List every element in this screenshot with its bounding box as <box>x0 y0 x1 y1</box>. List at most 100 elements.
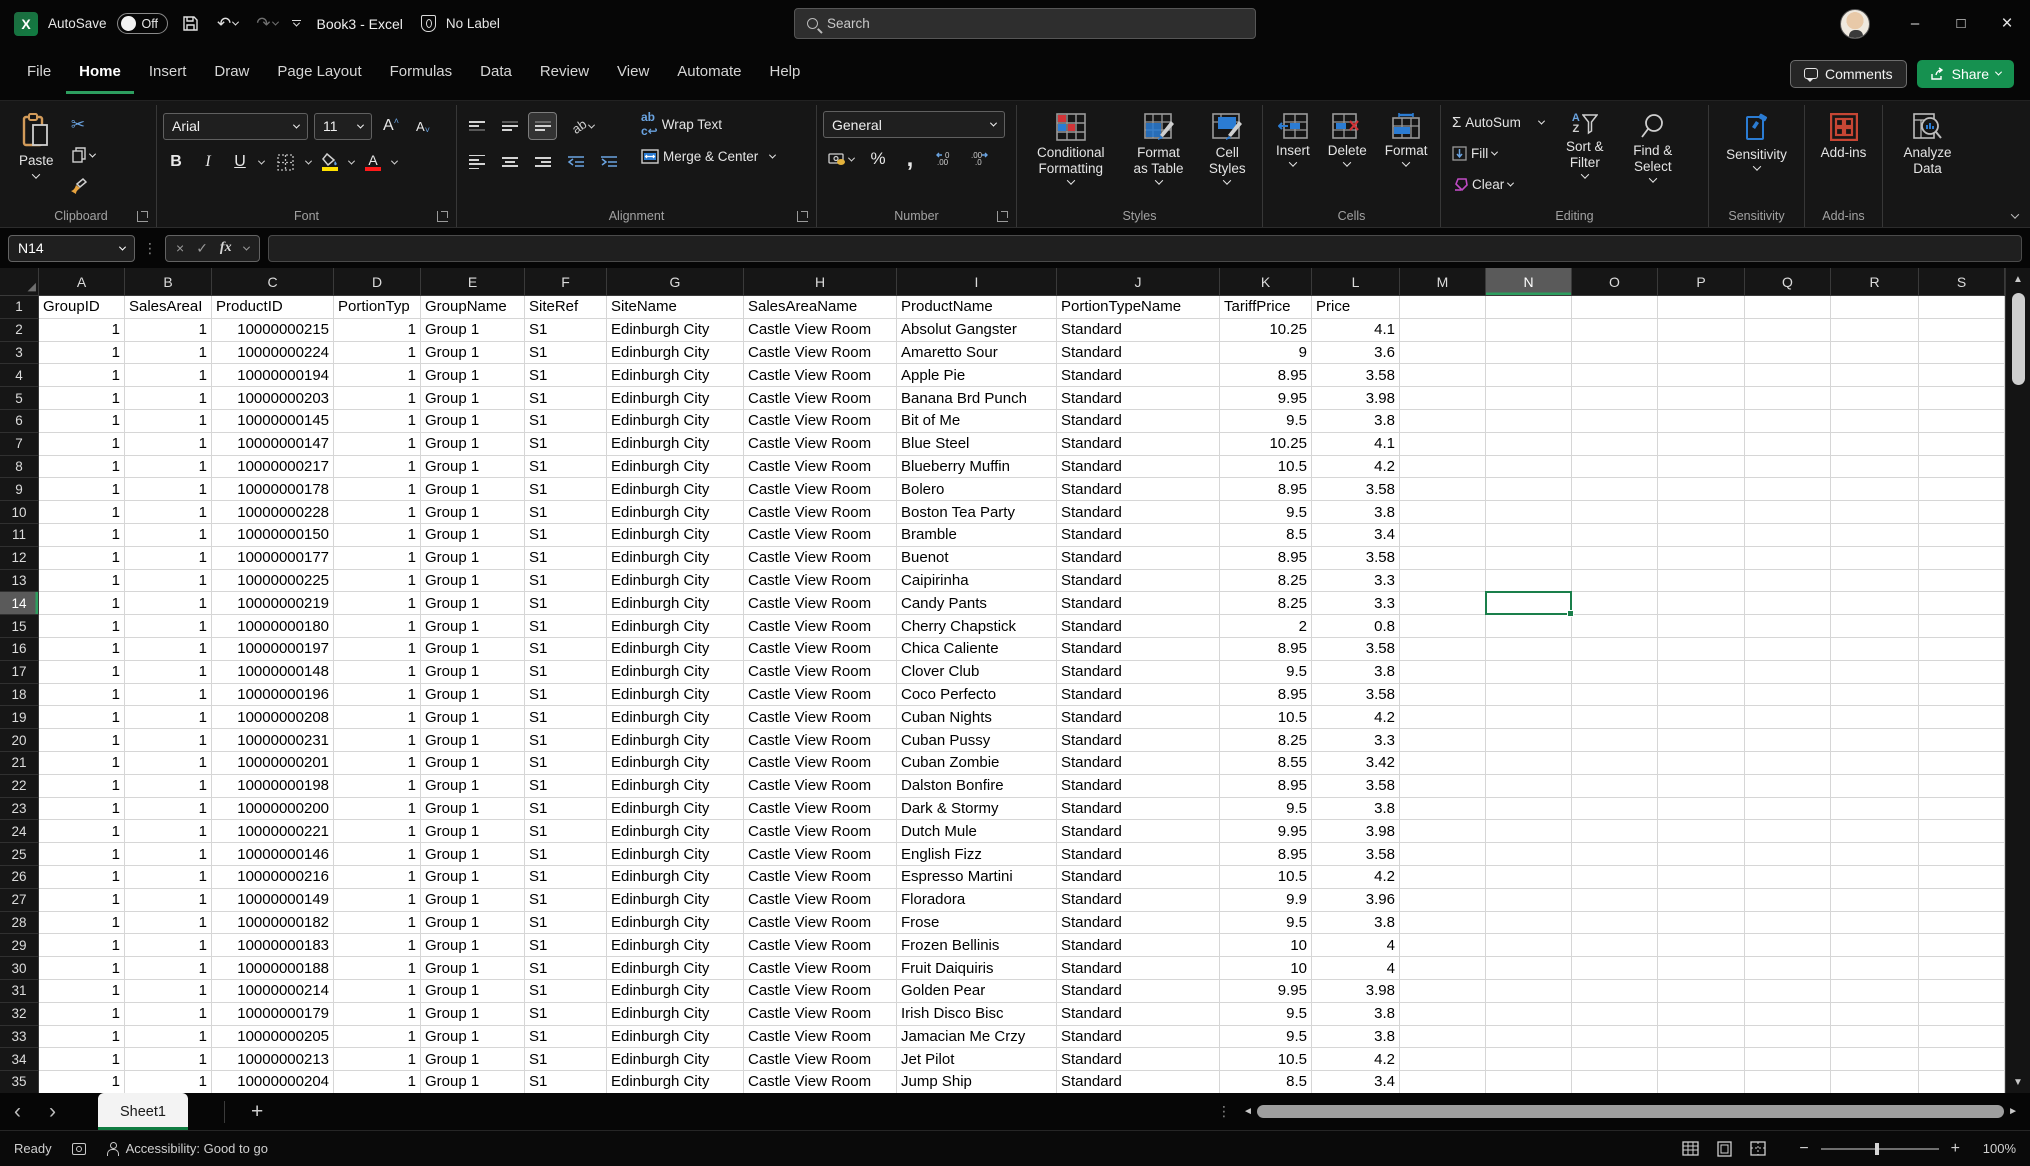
cell-N29[interactable] <box>1486 934 1572 957</box>
cell-M5[interactable] <box>1400 387 1486 410</box>
cell-L25[interactable]: 3.58 <box>1312 843 1400 866</box>
cell-C20[interactable]: 10000000231 <box>212 729 334 752</box>
cell-F17[interactable]: S1 <box>525 661 607 684</box>
vertical-scrollbar[interactable]: ▲ ▼ <box>2005 268 2030 1093</box>
cell-Q25[interactable] <box>1745 843 1831 866</box>
cell-Q35[interactable] <box>1745 1071 1831 1093</box>
search-input[interactable]: Search <box>794 8 1256 39</box>
cell-K10[interactable]: 9.5 <box>1220 501 1312 524</box>
insert-cells-button[interactable]: Insert <box>1269 107 1317 169</box>
cell-O30[interactable] <box>1572 957 1658 980</box>
cell-I35[interactable]: Jump Ship <box>897 1071 1057 1093</box>
row-header-25[interactable]: 25 <box>0 843 39 866</box>
cell-I14[interactable]: Candy Pants <box>897 592 1057 615</box>
cell-B2[interactable]: 1 <box>125 319 212 342</box>
cell-R1[interactable] <box>1831 296 1919 319</box>
row-header-19[interactable]: 19 <box>0 706 39 729</box>
ribbon-tab-data[interactable]: Data <box>467 54 525 94</box>
cell-R15[interactable] <box>1831 615 1919 638</box>
cell-D32[interactable]: 1 <box>334 1003 421 1026</box>
cell-K17[interactable]: 9.5 <box>1220 661 1312 684</box>
cell-Q13[interactable] <box>1745 570 1831 593</box>
cell-S2[interactable] <box>1919 319 2005 342</box>
cell-I7[interactable]: Blue Steel <box>897 433 1057 456</box>
cell-S16[interactable] <box>1919 638 2005 661</box>
cell-L22[interactable]: 3.58 <box>1312 775 1400 798</box>
cell-O28[interactable] <box>1572 912 1658 935</box>
cell-B18[interactable]: 1 <box>125 684 212 707</box>
cell-L2[interactable]: 4.1 <box>1312 319 1400 342</box>
cell-I27[interactable]: Floradora <box>897 889 1057 912</box>
cell-P3[interactable] <box>1658 342 1745 365</box>
cell-J4[interactable]: Standard <box>1057 364 1220 387</box>
cell-N3[interactable] <box>1486 342 1572 365</box>
cell-H15[interactable]: Castle View Room <box>744 615 897 638</box>
cell-F8[interactable]: S1 <box>525 456 607 479</box>
cell-E14[interactable]: Group 1 <box>421 592 525 615</box>
format-as-table-button[interactable]: Format as Table <box>1123 107 1195 187</box>
cell-H19[interactable]: Castle View Room <box>744 706 897 729</box>
row-header-4[interactable]: 4 <box>0 364 39 387</box>
cell-styles-button[interactable]: Cell Styles <box>1199 107 1256 187</box>
row-header-29[interactable]: 29 <box>0 934 39 957</box>
cell-N2[interactable] <box>1486 319 1572 342</box>
cell-B17[interactable]: 1 <box>125 661 212 684</box>
cell-P2[interactable] <box>1658 319 1745 342</box>
cell-C35[interactable]: 10000000204 <box>212 1071 334 1093</box>
cell-P24[interactable] <box>1658 820 1745 843</box>
macro-record-button[interactable] <box>62 1131 96 1166</box>
cell-S18[interactable] <box>1919 684 2005 707</box>
cell-R26[interactable] <box>1831 866 1919 889</box>
column-header-R[interactable]: R <box>1831 268 1919 296</box>
cell-S25[interactable] <box>1919 843 2005 866</box>
cell-E33[interactable]: Group 1 <box>421 1026 525 1049</box>
cell-G20[interactable]: Edinburgh City <box>607 729 744 752</box>
column-header-J[interactable]: J <box>1057 268 1220 296</box>
cell-K15[interactable]: 2 <box>1220 615 1312 638</box>
cell-O33[interactable] <box>1572 1026 1658 1049</box>
cell-I24[interactable]: Dutch Mule <box>897 820 1057 843</box>
row-header-20[interactable]: 20 <box>0 729 39 752</box>
column-header-O[interactable]: O <box>1572 268 1658 296</box>
cell-M30[interactable] <box>1400 957 1486 980</box>
cell-S10[interactable] <box>1919 501 2005 524</box>
font-size-select[interactable]: 11 <box>314 113 372 140</box>
cell-E5[interactable]: Group 1 <box>421 387 525 410</box>
chevron-down-icon[interactable] <box>305 157 312 164</box>
cell-Q29[interactable] <box>1745 934 1831 957</box>
cell-N7[interactable] <box>1486 433 1572 456</box>
percent-style-button[interactable]: % <box>865 146 891 172</box>
cell-Q24[interactable] <box>1745 820 1831 843</box>
cell-J17[interactable]: Standard <box>1057 661 1220 684</box>
comments-button[interactable]: Comments <box>1790 60 1907 88</box>
cell-F18[interactable]: S1 <box>525 684 607 707</box>
cell-N1[interactable] <box>1486 296 1572 319</box>
cell-E1[interactable]: GroupName <box>421 296 525 319</box>
cell-R24[interactable] <box>1831 820 1919 843</box>
cell-D3[interactable]: 1 <box>334 342 421 365</box>
cell-K27[interactable]: 9.9 <box>1220 889 1312 912</box>
cell-J12[interactable]: Standard <box>1057 547 1220 570</box>
column-header-K[interactable]: K <box>1220 268 1312 296</box>
cell-A12[interactable]: 1 <box>39 547 125 570</box>
cell-M26[interactable] <box>1400 866 1486 889</box>
cell-D4[interactable]: 1 <box>334 364 421 387</box>
cell-J15[interactable]: Standard <box>1057 615 1220 638</box>
cell-D28[interactable]: 1 <box>334 912 421 935</box>
cell-P21[interactable] <box>1658 752 1745 775</box>
cell-F33[interactable]: S1 <box>525 1026 607 1049</box>
cell-S11[interactable] <box>1919 524 2005 547</box>
cell-G10[interactable]: Edinburgh City <box>607 501 744 524</box>
cell-I19[interactable]: Cuban Nights <box>897 706 1057 729</box>
cell-N12[interactable] <box>1486 547 1572 570</box>
cell-A35[interactable]: 1 <box>39 1071 125 1093</box>
cell-Q16[interactable] <box>1745 638 1831 661</box>
cell-A24[interactable]: 1 <box>39 820 125 843</box>
cell-K24[interactable]: 9.95 <box>1220 820 1312 843</box>
cell-M35[interactable] <box>1400 1071 1486 1093</box>
cell-K22[interactable]: 8.95 <box>1220 775 1312 798</box>
decrease-decimal-button[interactable]: .00.0 <box>965 146 995 172</box>
cell-H11[interactable]: Castle View Room <box>744 524 897 547</box>
cell-L15[interactable]: 0.8 <box>1312 615 1400 638</box>
minimize-button[interactable]: – <box>1892 0 1938 47</box>
